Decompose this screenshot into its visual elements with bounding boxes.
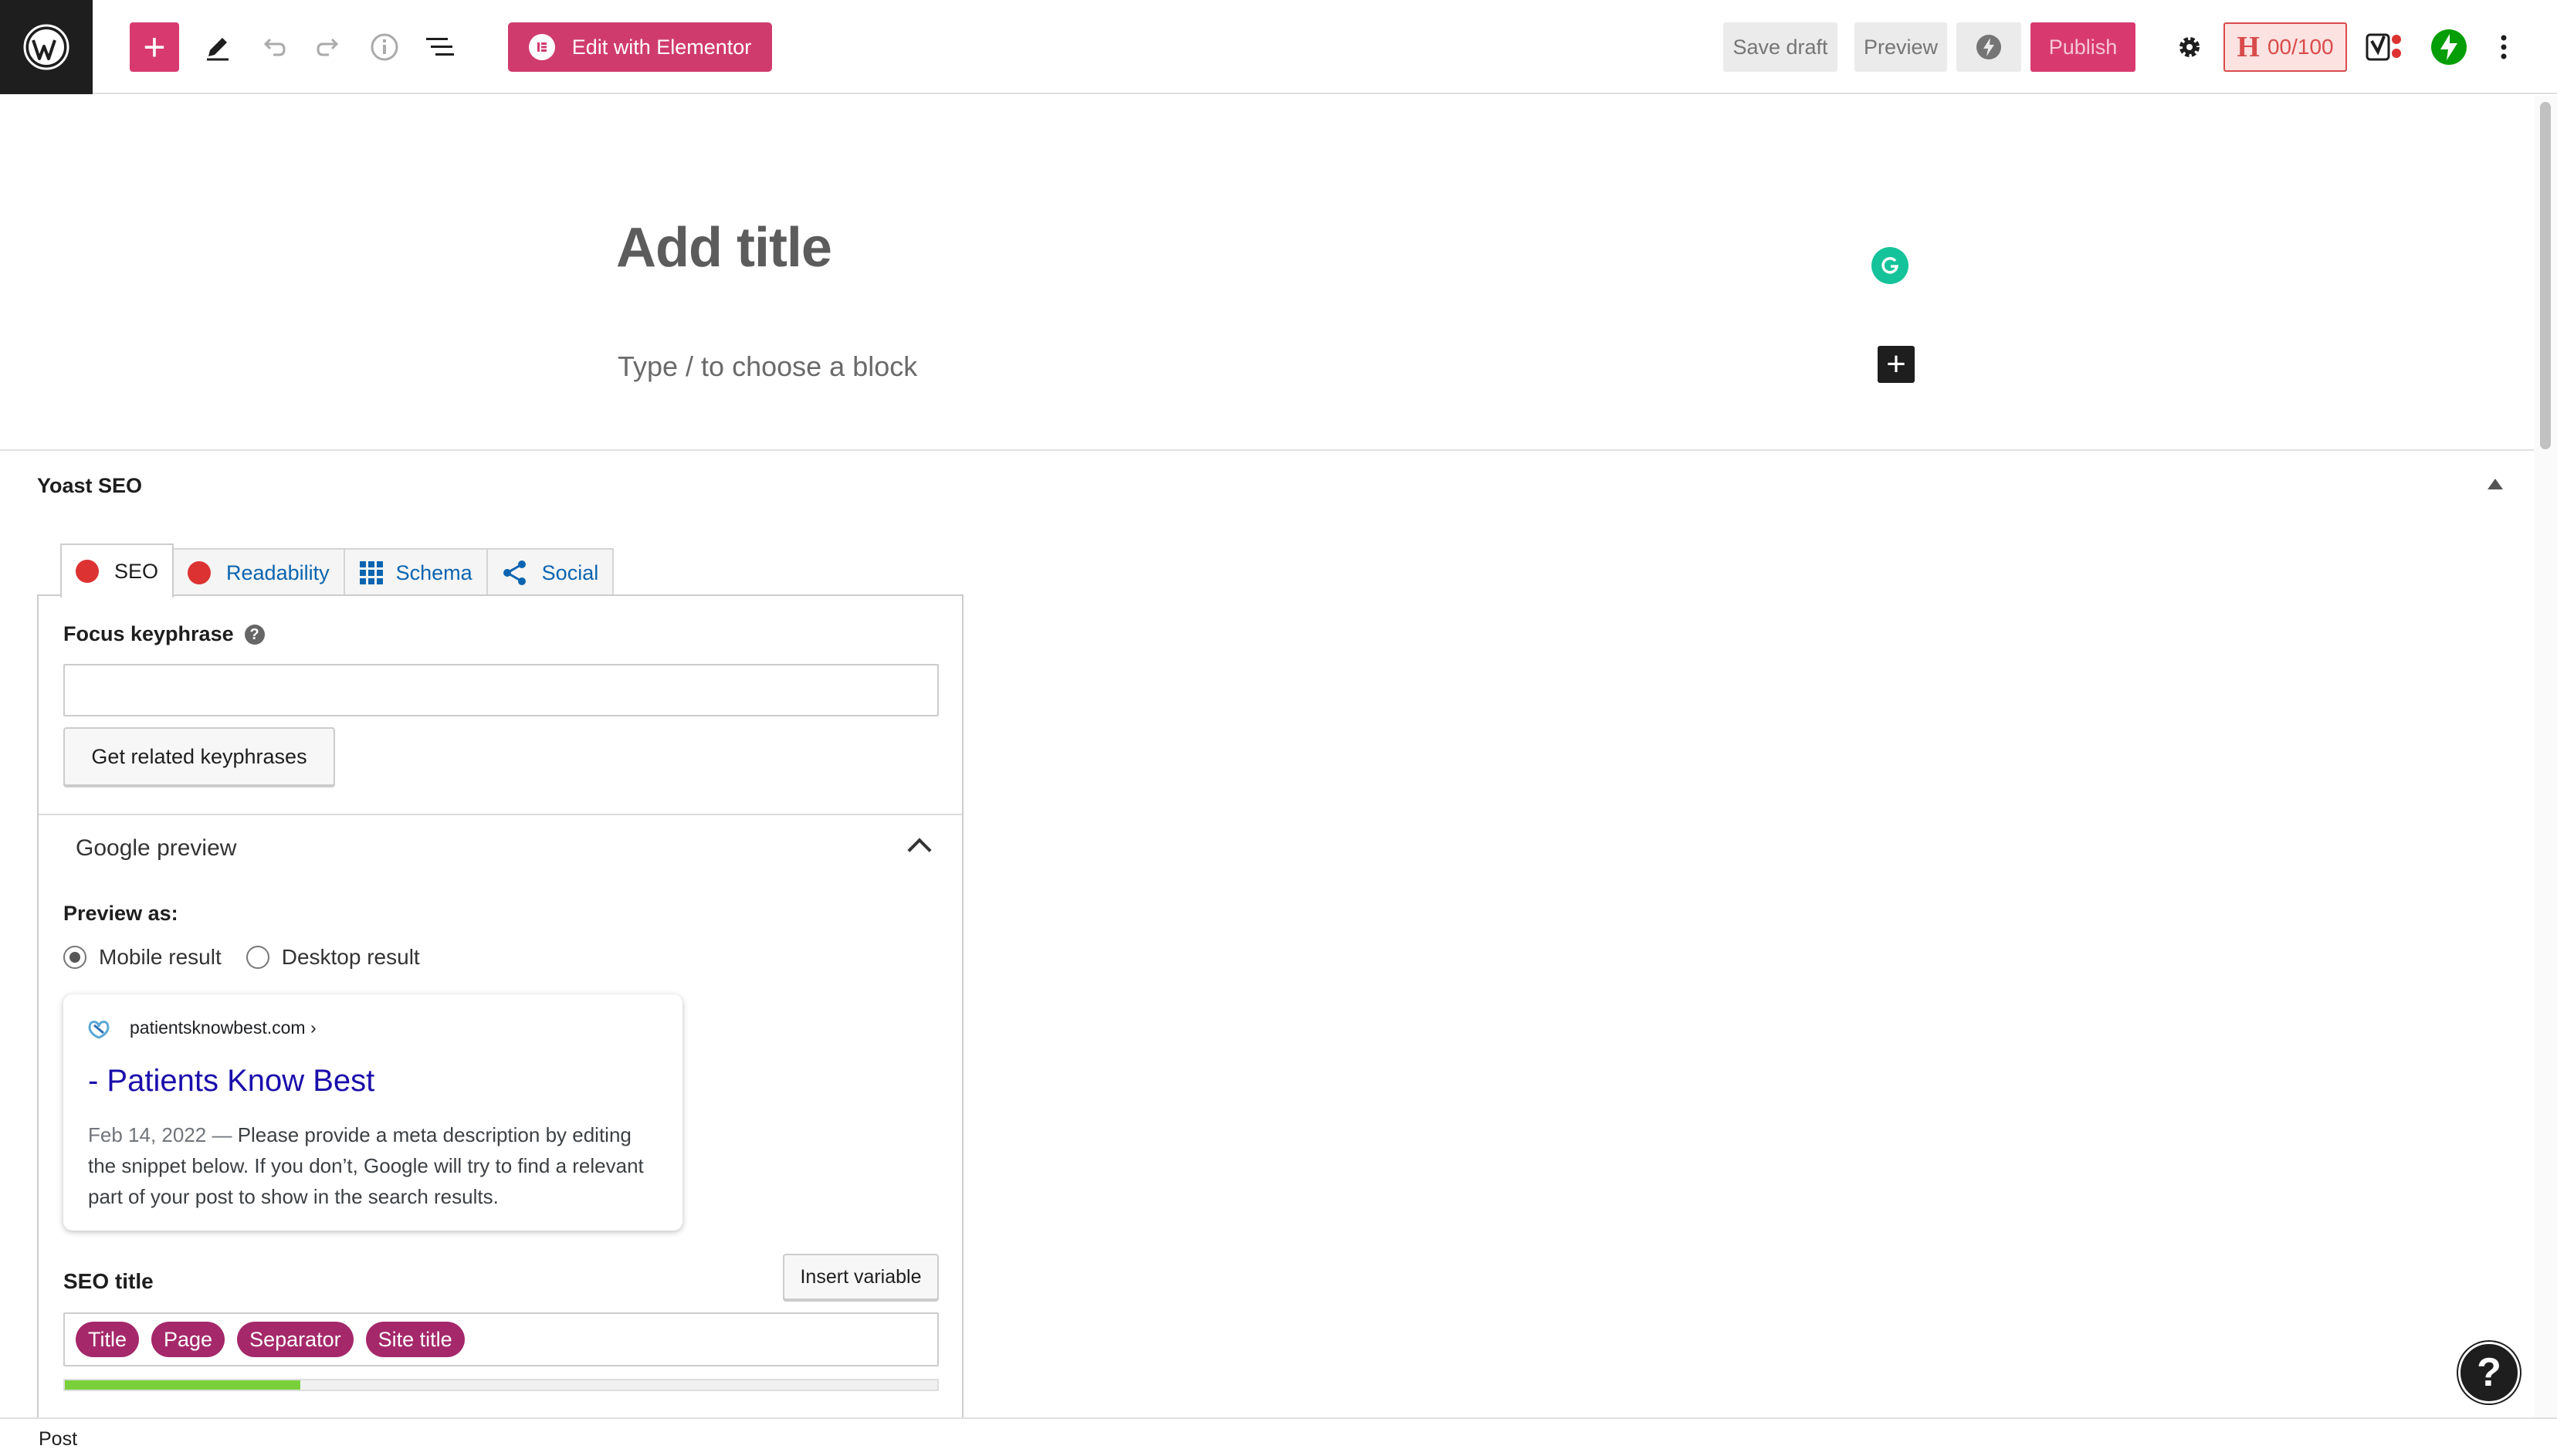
preview-as-label: Preview as: <box>63 902 178 925</box>
google-serp-preview[interactable]: patientsknowbest.com › - Patients Know B… <box>63 994 682 1231</box>
share-icon <box>503 560 526 585</box>
grid-icon <box>359 561 383 584</box>
publish-button[interactable]: Publish <box>2030 22 2135 72</box>
grammarly-icon[interactable] <box>1871 247 1908 284</box>
tab-seo-label: SEO <box>114 559 159 583</box>
mobile-result-label[interactable]: Mobile result <box>99 945 222 970</box>
add-block-button[interactable]: + <box>130 22 179 72</box>
insert-variable-button[interactable]: Insert variable <box>783 1254 939 1300</box>
seo-title-progress-fill <box>65 1380 301 1390</box>
chevron-up-icon[interactable] <box>907 838 932 862</box>
inline-add-block-button[interactable]: + <box>1878 346 1915 383</box>
more-options-icon[interactable] <box>2480 22 2528 72</box>
footer-breadcrumb[interactable]: Post <box>39 1428 77 1451</box>
wordpress-logo-icon[interactable] <box>0 0 93 94</box>
elementor-button-label: Edit with Elementor <box>571 35 752 59</box>
get-related-keyphrases-button[interactable]: Get related keyphrases <box>63 727 335 786</box>
save-draft-button[interactable]: Save draft <box>1723 22 1837 72</box>
help-button[interactable]: ? <box>2458 1342 2520 1404</box>
elementor-logo-icon <box>528 34 555 60</box>
preview-button[interactable]: Preview <box>1854 22 1947 72</box>
seo-status-dot-icon <box>76 560 99 583</box>
headline-score-button[interactable]: H 00/100 <box>2223 22 2347 72</box>
panel-collapse-arrow-icon[interactable] <box>2488 479 2503 489</box>
tab-schema-label: Schema <box>395 560 472 584</box>
section-divider <box>39 814 962 815</box>
list-view-icon[interactable] <box>415 22 465 72</box>
tab-seo[interactable]: SEO <box>60 543 174 598</box>
headline-score-value: 00/100 <box>2267 35 2334 59</box>
variable-pill-site-title[interactable]: Site title <box>365 1322 465 1357</box>
post-title-input[interactable]: Add title <box>616 216 832 279</box>
scrollbar-thumb[interactable] <box>2540 102 2551 449</box>
focus-keyphrase-input[interactable] <box>63 664 939 716</box>
redo-icon[interactable] <box>304 22 354 72</box>
yoast-seo-tab-content: Focus keyphrase? Get related keyphrases … <box>37 594 964 1420</box>
desktop-result-radio[interactable] <box>246 946 269 969</box>
block-appender-placeholder[interactable]: Type / to choose a block <box>618 350 917 383</box>
tab-social[interactable]: Social <box>486 548 615 596</box>
editor-toolbar: + Edit with Elementor Save draft Preview… <box>0 0 2557 94</box>
help-question-icon[interactable]: ? <box>244 625 265 645</box>
page-scrollbar[interactable] <box>2534 96 2557 1417</box>
mobile-result-radio[interactable] <box>63 946 86 969</box>
serp-title[interactable]: - Patients Know Best <box>88 1064 374 1099</box>
yoast-panel-title[interactable]: Yoast SEO <box>37 474 142 498</box>
headline-h-icon: H <box>2237 31 2260 63</box>
seo-title-label: SEO title <box>63 1269 154 1293</box>
seo-title-length-progress <box>63 1379 939 1391</box>
variable-pill-title[interactable]: Title <box>76 1322 140 1357</box>
pencil-icon[interactable] <box>193 22 242 72</box>
preview-mode-radios: Mobile result Desktop result <box>63 945 420 970</box>
site-favicon-icon <box>88 1021 110 1039</box>
jetpack-icon[interactable] <box>2424 22 2474 72</box>
variable-pill-page[interactable]: Page <box>151 1322 225 1357</box>
serp-date: Feb 14, 2022 <box>88 1123 207 1146</box>
focus-keyphrase-label: Focus keyphrase? <box>63 622 265 646</box>
serp-description: Feb 14, 2022 — Please provide a meta des… <box>88 1119 659 1212</box>
yoast-seo-panel: Yoast SEO SEO Readability Schema Social … <box>0 449 2534 1420</box>
editor-footer: Post <box>0 1417 2557 1456</box>
focus-keyphrase-label-text: Focus keyphrase <box>63 622 234 645</box>
settings-gear-icon[interactable] <box>2165 22 2214 72</box>
tab-readability[interactable]: Readability <box>172 548 345 596</box>
tab-schema[interactable]: Schema <box>343 548 488 596</box>
serp-url: patientsknowbest.com › <box>130 1018 317 1038</box>
edit-with-elementor-button[interactable]: Edit with Elementor <box>508 22 772 72</box>
tab-readability-label: Readability <box>226 560 330 584</box>
yoast-icon[interactable] <box>2359 22 2409 72</box>
desktop-result-label[interactable]: Desktop result <box>282 945 420 970</box>
seo-title-input[interactable]: Title Page Separator Site title <box>63 1312 939 1366</box>
undo-icon[interactable] <box>249 22 298 72</box>
readability-status-dot-icon <box>188 561 212 584</box>
tab-social-label: Social <box>541 560 599 584</box>
variable-pill-separator[interactable]: Separator <box>237 1322 354 1357</box>
google-preview-title[interactable]: Google preview <box>76 835 236 862</box>
jetpack-boost-button[interactable] <box>1956 22 2021 72</box>
yoast-tabs: SEO Readability Schema Social <box>60 543 615 598</box>
info-icon[interactable] <box>360 22 409 72</box>
lightning-icon <box>1976 35 2001 59</box>
serp-date-separator: — <box>206 1123 238 1146</box>
editor-canvas: Add title Type / to choose a block + <box>0 96 2534 451</box>
